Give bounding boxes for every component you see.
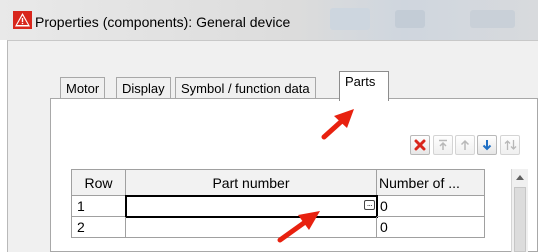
sort-button[interactable] (500, 135, 520, 155)
delete-row-button[interactable] (410, 135, 430, 155)
tab-symbol-function-data[interactable]: Symbol / function data (175, 77, 316, 99)
red-x-icon (414, 139, 426, 151)
browse-ellipsis-button[interactable]: ... (364, 200, 375, 210)
titlebar-glow (470, 10, 515, 28)
warning-triangle-app-icon (13, 11, 32, 29)
tab-display[interactable]: Display (116, 77, 171, 99)
column-header-number-of[interactable]: Number of ... (377, 169, 485, 196)
number-of-cell[interactable]: 0 (377, 217, 485, 238)
titlebar-glow (330, 8, 370, 30)
tab-motor[interactable]: Motor (60, 77, 106, 99)
up-down-arrows-icon (504, 140, 516, 150)
scroll-up-button[interactable] (512, 169, 528, 185)
title-bar[interactable]: Properties (components): General device (0, 0, 538, 40)
scroll-thumb[interactable] (514, 187, 526, 252)
part-number-edit-cell[interactable]: ... (125, 195, 378, 218)
move-down-button[interactable] (477, 135, 497, 155)
arrow-down-icon (482, 140, 492, 151)
titlebar-glow (395, 10, 425, 28)
move-to-top-button[interactable] (433, 135, 453, 155)
arrow-to-top-icon (439, 139, 447, 150)
red-annotation-arrow-part-number (277, 211, 320, 243)
scroll-up-arrow-icon (516, 174, 524, 180)
properties-dialog: Properties (components): General device … (0, 0, 538, 252)
arrow-up-icon (460, 139, 470, 150)
red-annotation-arrow-parts-tab (321, 109, 354, 140)
part-number-cell[interactable] (126, 217, 377, 238)
row-header[interactable]: 2 (71, 217, 126, 238)
row-header[interactable]: 1 (71, 196, 126, 217)
number-of-cell[interactable]: 0 (377, 196, 485, 217)
move-up-button[interactable] (455, 135, 475, 155)
vertical-scrollbar[interactable] (511, 169, 528, 252)
window-title: Properties (components): General device (35, 14, 291, 30)
column-header-row[interactable]: Row (71, 169, 126, 196)
column-header-part-number[interactable]: Part number (126, 169, 377, 196)
tab-parts[interactable]: Parts (339, 71, 389, 101)
